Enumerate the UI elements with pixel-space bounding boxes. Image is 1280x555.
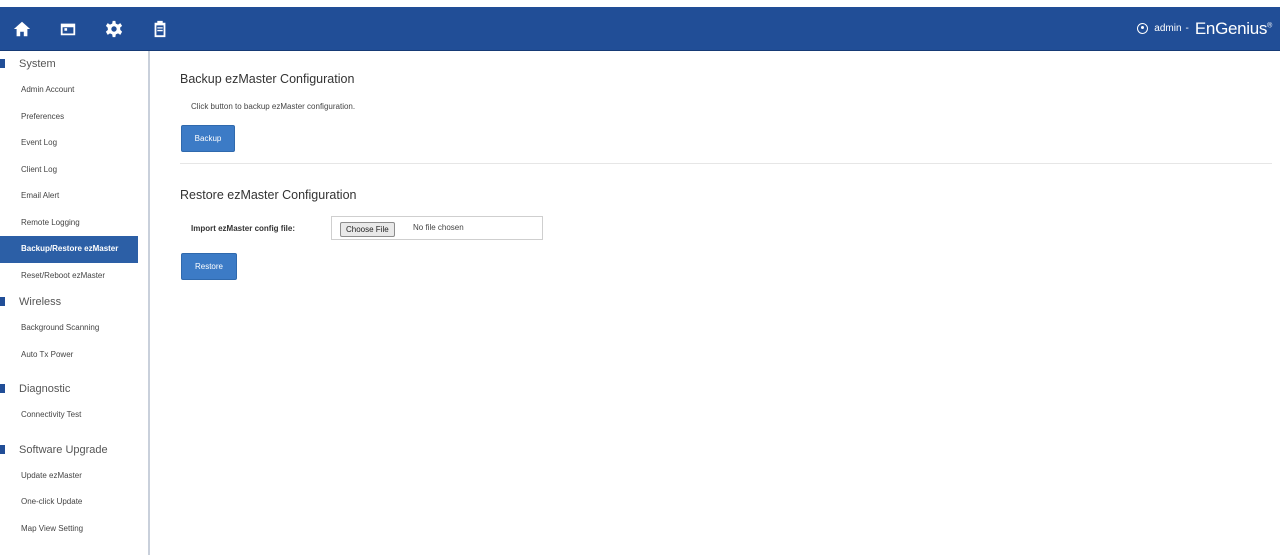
- sidebar-section-software-upgrade[interactable]: Software Upgrade: [0, 437, 148, 463]
- sidebar-item-backup-restore[interactable]: Backup/Restore ezMaster: [0, 236, 138, 263]
- sidebar-item-connectivity-test[interactable]: Connectivity Test: [0, 402, 148, 429]
- sidebar-item-email-alert[interactable]: Email Alert: [0, 183, 148, 210]
- sidebar-section-diagnostic[interactable]: Diagnostic: [0, 376, 148, 402]
- sidebar-item-map-view-setting[interactable]: Map View Setting: [0, 516, 148, 543]
- top-navigation-bar: admin - EnGenius®: [0, 7, 1280, 51]
- backup-button[interactable]: Backup: [181, 125, 235, 152]
- user-name[interactable]: admin: [1154, 23, 1181, 34]
- top-icon-group: [12, 7, 196, 50]
- sidebar-item-background-scanning[interactable]: Background Scanning: [0, 315, 148, 342]
- sidebar-section-system[interactable]: System: [0, 51, 148, 77]
- sidebar-item-one-click-update[interactable]: One-click Update: [0, 489, 148, 516]
- user-separator: -: [1185, 23, 1189, 34]
- backup-section-title: Backup ezMaster Configuration: [180, 72, 355, 86]
- sidebar-item-auto-tx-power[interactable]: Auto Tx Power: [0, 342, 148, 369]
- sidebar-item-admin-account[interactable]: Admin Account: [0, 77, 148, 104]
- engenius-logo: EnGenius®: [1195, 19, 1272, 39]
- user-icon: [1137, 23, 1149, 34]
- file-status-text: No file chosen: [413, 223, 464, 232]
- brand-name: EnGenius: [1194, 18, 1268, 38]
- sidebar: System Admin Account Preferences Event L…: [0, 51, 150, 555]
- clipboard-icon[interactable]: [150, 19, 170, 39]
- sidebar-item-remote-logging[interactable]: Remote Logging: [0, 210, 148, 237]
- sidebar-section-wireless[interactable]: Wireless: [0, 289, 148, 315]
- backup-description: Click button to backup ezMaster configur…: [191, 102, 356, 111]
- choose-file-button[interactable]: Choose File: [340, 222, 395, 237]
- sidebar-item-update-ezmaster[interactable]: Update ezMaster: [0, 463, 148, 490]
- calendar-icon[interactable]: [58, 19, 78, 39]
- main-content: Backup ezMaster Configuration Click butt…: [150, 51, 1280, 555]
- sidebar-item-reset-reboot[interactable]: Reset/Reboot ezMaster: [0, 263, 148, 290]
- user-area: admin - EnGenius®: [1137, 7, 1272, 50]
- import-config-label: Import ezMaster config file:: [191, 224, 296, 233]
- config-file-input[interactable]: Choose File No file chosen: [331, 216, 543, 240]
- restore-section-title: Restore ezMaster Configuration: [180, 188, 357, 202]
- sidebar-item-preferences[interactable]: Preferences: [0, 104, 148, 131]
- home-icon[interactable]: [12, 19, 32, 39]
- sidebar-item-event-log[interactable]: Event Log: [0, 130, 148, 157]
- registered-mark: ®: [1267, 21, 1272, 29]
- gear-icon[interactable]: [104, 19, 124, 39]
- section-divider: [180, 163, 1272, 164]
- restore-button[interactable]: Restore: [181, 253, 237, 280]
- sidebar-item-client-log[interactable]: Client Log: [0, 157, 148, 184]
